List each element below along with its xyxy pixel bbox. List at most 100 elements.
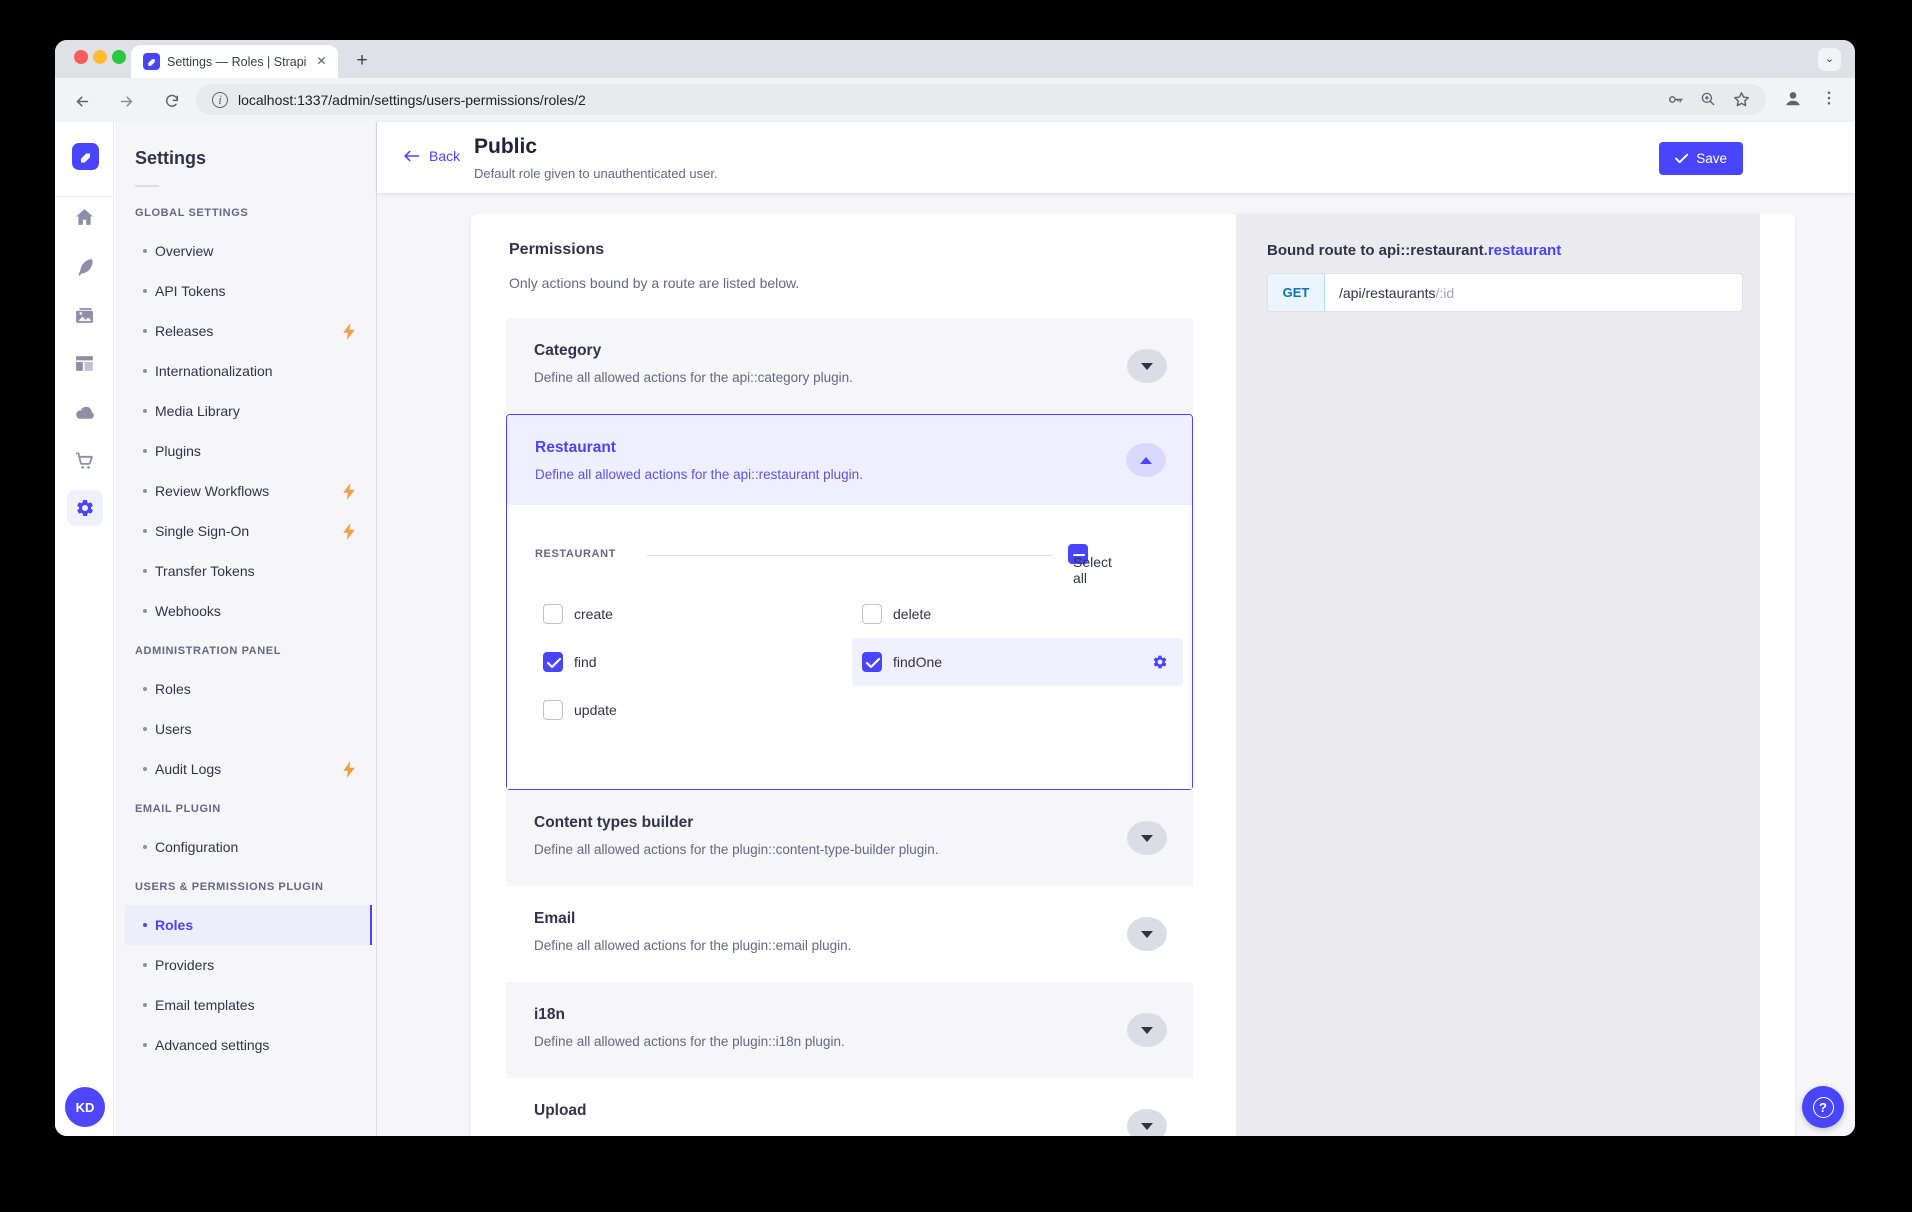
maximize-window-button[interactable] — [112, 50, 126, 64]
browser-tab[interactable]: Settings — Roles | Strapi ✕ — [131, 45, 338, 78]
route-method-badge: GET — [1268, 274, 1325, 311]
browser-menu-dots-icon[interactable] — [1818, 87, 1840, 109]
close-tab-icon[interactable]: ✕ — [313, 53, 330, 70]
sidebar-item-providers[interactable]: Providers — [125, 945, 372, 985]
check-icon — [866, 657, 880, 669]
accordion-row-upload[interactable]: Upload — [506, 1078, 1193, 1136]
sidebar-item-releases[interactable]: Releases — [125, 311, 372, 351]
content-manager-feather-icon[interactable] — [74, 256, 95, 277]
strapi-app: KD Settings GLOBAL SETTINGS Overview API… — [55, 122, 1855, 1136]
sidebar-item-single-sign-on[interactable]: Single Sign-On — [125, 511, 372, 551]
permission-group-label: RESTAURANT — [535, 548, 616, 560]
reload-icon[interactable] — [159, 88, 185, 114]
strapi-favicon-icon — [143, 53, 160, 70]
permissions-card: Permissions Only actions bound by a rout… — [471, 214, 1795, 1136]
sidebar-item-roles[interactable]: Roles — [125, 669, 372, 709]
sidebar-section-label: GLOBAL SETTINGS — [135, 207, 356, 219]
sidebar-item-users[interactable]: Users — [125, 709, 372, 749]
sidebar-section-label: USERS & PERMISSIONS PLUGIN — [135, 881, 356, 893]
accordion-expanded-restaurant: Restaurant Define all allowed actions fo… — [506, 414, 1193, 790]
sidebar-item-email-templates[interactable]: Email templates — [125, 985, 372, 1025]
bullet-icon — [143, 609, 147, 613]
sidebar-item-configuration[interactable]: Configuration — [125, 827, 372, 867]
back-link[interactable]: Back — [403, 148, 460, 164]
sidebar-item-internationalization[interactable]: Internationalization — [125, 351, 372, 391]
permission-checkbox[interactable] — [862, 604, 882, 624]
browser-profile-avatar[interactable] — [1782, 87, 1804, 109]
back-label: Back — [429, 148, 460, 164]
bullet-icon — [143, 727, 147, 731]
permission-checkbox[interactable] — [862, 652, 882, 672]
bullet-icon — [143, 767, 147, 771]
page-subtitle: Default role given to unauthenticated us… — [474, 166, 718, 181]
close-window-button[interactable] — [74, 50, 88, 64]
tab-search-chevron-icon[interactable]: ⌄ — [1818, 48, 1841, 71]
sidebar-item-review-workflows[interactable]: Review Workflows — [125, 471, 372, 511]
home-icon[interactable] — [74, 207, 95, 228]
sidebar-item-transfer-tokens[interactable]: Transfer Tokens — [125, 551, 372, 591]
media-library-icon[interactable] — [74, 305, 95, 326]
bullet-icon — [143, 845, 147, 849]
content-type-builder-layout-icon[interactable] — [74, 353, 95, 374]
accordion-row-category[interactable]: Category Define all allowed actions for … — [506, 318, 1193, 414]
sidebar-section-label: ADMINISTRATION PANEL — [135, 645, 356, 657]
permission-checkbox[interactable] — [543, 604, 563, 624]
sidebar-item-overview[interactable]: Overview — [125, 231, 372, 271]
sidebar-item-advanced-settings[interactable]: Advanced settings — [125, 1025, 372, 1065]
check-icon — [1675, 153, 1688, 164]
expand-toggle-button[interactable] — [1127, 821, 1167, 855]
chevron-down-icon — [1141, 1123, 1153, 1130]
settings-gear-icon[interactable] — [67, 490, 103, 526]
password-key-icon[interactable] — [1664, 88, 1686, 110]
permission-checkbox[interactable] — [543, 700, 563, 720]
bullet-icon — [143, 449, 147, 453]
bullet-icon — [143, 1003, 147, 1007]
route-path: /api/restaurants/:id — [1325, 274, 1454, 311]
browser-toolbar: i localhost:1337/admin/settings/users-pe… — [55, 78, 1855, 122]
sidebar-item-webhooks[interactable]: Webhooks — [125, 591, 372, 631]
sidebar-item-plugins[interactable]: Plugins — [125, 431, 372, 471]
bullet-icon — [143, 249, 147, 253]
help-button[interactable]: ? — [1802, 1086, 1844, 1128]
back-nav-icon[interactable] — [69, 88, 95, 114]
advanced-settings-gear-icon[interactable] — [1152, 654, 1168, 670]
select-all-checkbox[interactable]: Select all — [1068, 544, 1088, 564]
marketplace-cart-icon[interactable] — [74, 450, 95, 471]
forward-nav-icon[interactable] — [113, 88, 139, 114]
expand-toggle-button[interactable] — [1127, 1013, 1167, 1047]
bullet-icon — [143, 369, 147, 373]
site-info-icon[interactable]: i — [212, 92, 228, 108]
bullet-icon — [143, 529, 147, 533]
permission-option-findone: findOne — [852, 638, 1183, 686]
user-avatar[interactable]: KD — [65, 1087, 105, 1127]
permission-grid: create delete find findOne update — [533, 590, 1183, 734]
expand-toggle-button[interactable] — [1127, 349, 1167, 383]
save-button[interactable]: Save — [1659, 142, 1743, 175]
select-all-control[interactable]: Select all — [1068, 544, 1098, 564]
sidebar-item-media-library[interactable]: Media Library — [125, 391, 372, 431]
url-bar[interactable]: i localhost:1337/admin/settings/users-pe… — [196, 84, 1766, 115]
accordion-row-email[interactable]: Email Define all allowed actions for the… — [506, 886, 1193, 982]
main-nav-rail: KD — [55, 122, 114, 1136]
collapse-toggle-button[interactable] — [1126, 443, 1166, 477]
accordion-row-i18n[interactable]: i18n Define all allowed actions for the … — [506, 982, 1193, 1078]
permission-checkbox[interactable] — [543, 652, 563, 672]
expand-toggle-button[interactable] — [1127, 917, 1167, 951]
sidebar-item-roles[interactable]: Roles — [125, 905, 372, 945]
deploy-cloud-icon[interactable] — [74, 402, 95, 423]
strapi-logo[interactable] — [72, 143, 99, 170]
new-tab-button[interactable]: + — [349, 49, 375, 75]
sidebar-item-audit-logs[interactable]: Audit Logs — [125, 749, 372, 789]
indeterminate-dash-icon: Select all — [1073, 554, 1085, 556]
permission-option-create: create — [533, 590, 852, 638]
zoom-icon[interactable] — [1697, 88, 1719, 110]
expand-toggle-button[interactable] — [1127, 1109, 1167, 1136]
question-mark-icon: ? — [1813, 1097, 1834, 1118]
bookmark-star-icon[interactable] — [1730, 88, 1752, 110]
accordion-header[interactable]: Restaurant Define all allowed actions fo… — [507, 415, 1192, 505]
minimize-window-button[interactable] — [93, 50, 107, 64]
bullet-icon — [143, 569, 147, 573]
check-icon — [547, 657, 561, 669]
sidebar-item-api-tokens[interactable]: API Tokens — [125, 271, 372, 311]
accordion-row-content-types-builder[interactable]: Content types builder Define all allowed… — [506, 790, 1193, 886]
